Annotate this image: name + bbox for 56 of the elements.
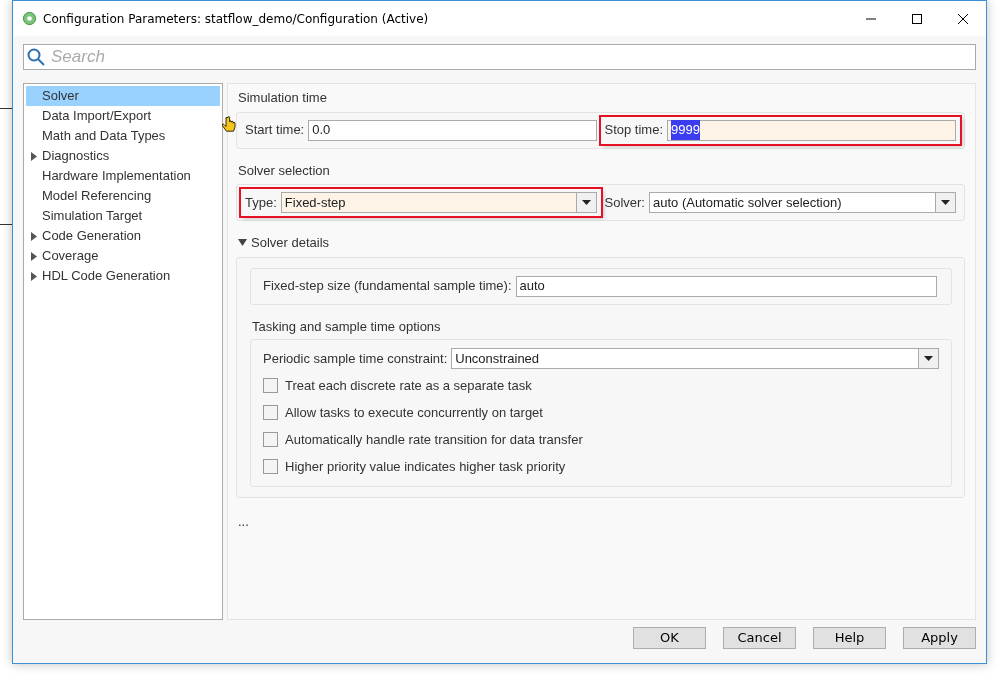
text-field[interactable]: auto — [515, 275, 937, 297]
caret-icon — [941, 200, 950, 205]
close-icon — [958, 13, 968, 24]
dropdown[interactable]: auto (Automatic solver selection) — [648, 192, 956, 213]
checkbox[interactable] — [263, 432, 278, 447]
field-label: Type: — [245, 193, 277, 212]
dropdown[interactable]: Fixed-step — [280, 192, 597, 213]
checkbox-label: Treat each discrete rate as a separate task — [285, 376, 532, 395]
section-title: Solver details — [251, 234, 330, 252]
text-field[interactable]: 0.0 — [308, 119, 597, 141]
tree-item[interactable]: HDL Code Generation — [26, 266, 220, 286]
dropdown-arrow-button[interactable] — [575, 193, 596, 212]
section-header[interactable]: Solver details — [238, 233, 965, 253]
tree-item[interactable]: Coverage — [26, 246, 220, 266]
dropdown-arrow-button[interactable] — [935, 193, 955, 212]
field-label: Solver: — [604, 193, 645, 212]
field-label: Start time: — [245, 121, 305, 140]
caret-icon — [924, 356, 933, 361]
app-icon — [22, 11, 37, 26]
text-field[interactable]: 9999 — [667, 119, 956, 141]
tree-item[interactable]: Simulation Target — [26, 206, 220, 226]
expand-arrow-icon[interactable] — [31, 231, 37, 241]
expand-arrow-icon[interactable] — [31, 151, 37, 161]
tree-item[interactable]: Math and Data Types — [26, 126, 220, 146]
dialog-button[interactable]: OK — [633, 627, 706, 649]
checkbox-label: Allow tasks to execute concurrently on target — [285, 403, 543, 422]
ellipsis-text: ... — [238, 513, 250, 531]
checkbox[interactable] — [263, 405, 278, 420]
field-label: Fixed-step size (fundamental sample time): — [263, 277, 512, 296]
tree-item[interactable]: Model Referencing — [26, 186, 220, 206]
maximize-icon — [912, 13, 922, 24]
expand-arrow-icon[interactable] — [31, 251, 37, 261]
collapse-arrow-icon — [238, 239, 247, 247]
dropdown-arrow-button[interactable] — [918, 349, 938, 368]
tree-item[interactable]: Diagnostics — [26, 146, 220, 166]
tree-item[interactable]: Code Generation — [26, 226, 220, 246]
section-title: Tasking and sample time options — [252, 317, 442, 336]
dropdown[interactable]: Unconstrained — [451, 348, 939, 369]
expand-arrow-icon[interactable] — [31, 271, 37, 281]
checkbox-label: Automatically handle rate transition for data transfer — [285, 430, 583, 449]
checkbox-label: Higher priority value indicates higher task priority — [285, 457, 566, 476]
checkbox[interactable] — [263, 459, 278, 474]
tree-item[interactable]: Data Import/Export — [26, 106, 220, 126]
section-title: Solver selection — [238, 161, 331, 180]
caret-icon — [581, 200, 591, 205]
tree-item[interactable]: Hardware Implementation — [26, 166, 220, 186]
window-title: Configuration Parameters: statflow_demo/Configuration (Active) — [43, 10, 430, 28]
section-title: Simulation time — [238, 89, 328, 107]
tree-item[interactable]: Solver — [26, 86, 220, 106]
dialog-button[interactable]: Help — [813, 627, 886, 649]
field-label: Periodic sample time constraint: — [263, 349, 448, 368]
field-label: Stop time: — [604, 121, 664, 140]
dialog-button[interactable]: Cancel — [723, 627, 796, 649]
search-field[interactable]: Search — [23, 44, 976, 70]
dialog-button[interactable]: Apply — [903, 627, 976, 649]
checkbox[interactable] — [263, 378, 278, 393]
